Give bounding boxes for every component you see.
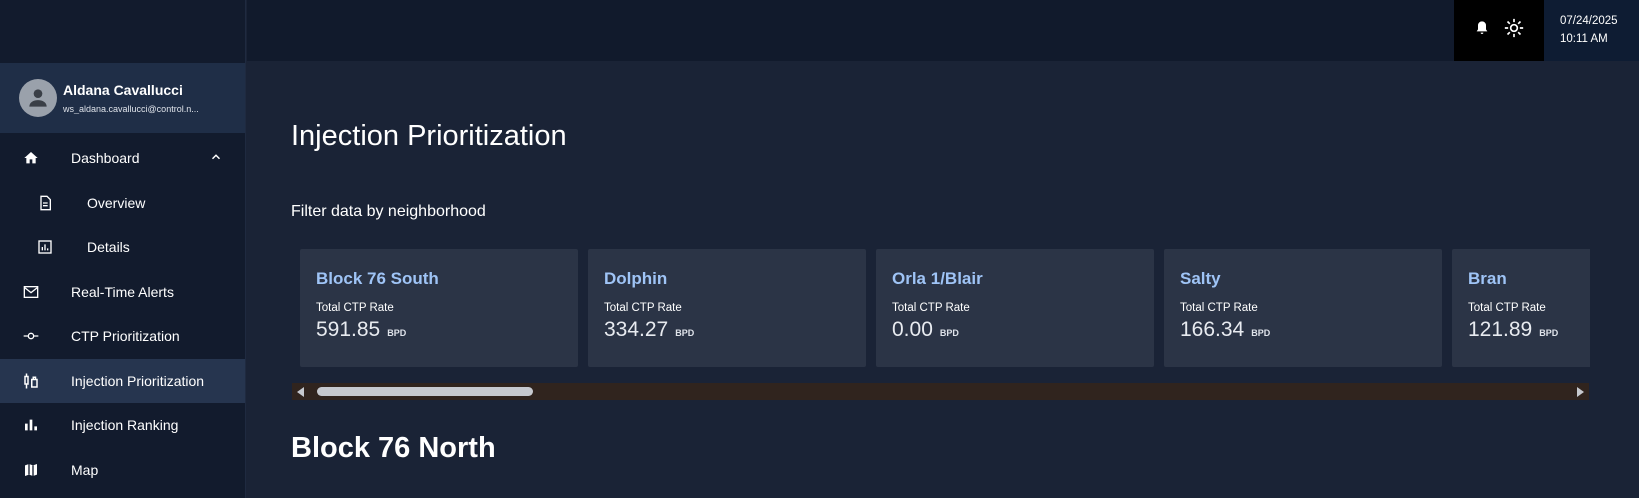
card-neighborhood-name: Dolphin (604, 269, 668, 288)
card-metric-unit: BPD (675, 328, 695, 338)
card-metric-label: Total CTP Rate (1180, 302, 1258, 314)
sidebar-item-injection-prioritization[interactable]: Injection Prioritization (0, 358, 245, 403)
card-metric-unit: BPD (387, 328, 407, 338)
neighborhood-cards-scroller[interactable]: Block 76 South Total CTP Rate 591.85 BPD Dol… (300, 249, 1590, 367)
scroll-left-arrow-icon[interactable] (297, 387, 304, 397)
user-email: ws_aldana.cavallucci@control.n... (63, 104, 199, 114)
card-neighborhood-name: Bran (1468, 269, 1507, 288)
neighborhood-card[interactable]: Block 76 South Total CTP Rate 591.85 BPD (300, 249, 578, 367)
card-metric-value: 121.89 (1468, 318, 1533, 341)
mail-icon (22, 283, 40, 301)
bar-chart-icon (22, 416, 40, 434)
card-metric-value: 166.34 (1180, 318, 1245, 341)
card-metric-label: Total CTP Rate (1468, 302, 1546, 314)
sidebar-item-injection-ranking[interactable]: Injection Ranking (0, 403, 245, 448)
sidebar-item-realtime-alerts[interactable]: Real-Time Alerts (0, 270, 245, 315)
scrollbar-thumb[interactable] (317, 387, 533, 396)
sidebar-item-ctp-prioritization[interactable]: CTP Prioritization (0, 314, 245, 359)
datetime-display: 07/24/2025 10:11 AM (1544, 0, 1639, 61)
neighborhood-card[interactable]: Bran Total CTP Rate 121.89 BPD (1452, 249, 1590, 367)
user-name: Aldana Cavallucci (63, 82, 183, 98)
card-metric-unit: BPD (1539, 328, 1559, 338)
sidebar-item-dashboard[interactable]: Dashboard (0, 136, 245, 181)
neighborhood-card[interactable]: Dolphin Total CTP Rate 334.27 BPD (588, 249, 866, 367)
time-text: 10:11 AM (1560, 33, 1608, 45)
sidebar-item-map[interactable]: Map (0, 448, 245, 493)
section-title: Block 76 North (291, 432, 496, 464)
scroll-right-arrow-icon[interactable] (1577, 387, 1584, 397)
sidebar-item-label: Dashboard (71, 150, 140, 167)
top-bar (247, 0, 1639, 61)
sidebar-item-label: Overview (87, 194, 146, 211)
card-metric-unit: BPD (1251, 328, 1271, 338)
card-metric-value: 334.27 (604, 318, 669, 341)
top-bar-actions (1454, 0, 1544, 61)
sidebar-item-label: Map (71, 461, 99, 478)
chevron-up-icon[interactable] (209, 150, 223, 167)
card-metric-label: Total CTP Rate (892, 302, 970, 314)
card-neighborhood-name: Block 76 South (316, 269, 439, 288)
neighborhood-card[interactable]: Salty Total CTP Rate 166.34 BPD (1164, 249, 1442, 367)
card-metric-value: 0.00 (892, 318, 933, 341)
bar-chart-box-icon (36, 238, 54, 256)
page-title: Injection Prioritization (291, 120, 567, 152)
neighborhood-cards: Block 76 South Total CTP Rate 591.85 BPD Dol… (300, 249, 1590, 367)
sidebar: Aldana Cavallucci ws_aldana.cavallucci@c… (0, 0, 246, 498)
bell-icon[interactable] (1474, 19, 1490, 42)
filter-label: Filter data by neighborhood (291, 203, 486, 220)
card-neighborhood-name: Salty (1180, 269, 1221, 288)
sidebar-nav: Dashboard Overview Details Real-Time Ale… (0, 136, 245, 492)
home-icon (22, 149, 40, 167)
sidebar-item-label: CTP Prioritization (71, 328, 180, 345)
sidebar-item-label: Real-Time Alerts (71, 283, 174, 300)
user-profile[interactable]: Aldana Cavallucci ws_aldana.cavallucci@c… (0, 63, 245, 133)
map-icon (22, 461, 40, 479)
sidebar-item-label: Injection Prioritization (71, 372, 205, 389)
sun-icon[interactable] (1504, 18, 1524, 43)
card-metric-label: Total CTP Rate (604, 302, 682, 314)
commit-icon (22, 327, 40, 345)
card-metric-value: 591.85 (316, 318, 381, 341)
injection-icon (22, 372, 40, 390)
sidebar-item-details[interactable]: Details (0, 225, 245, 270)
horizontal-scrollbar[interactable] (292, 383, 1589, 400)
date-text: 07/24/2025 (1560, 15, 1618, 27)
sidebar-item-label: Details (87, 239, 130, 256)
neighborhood-card[interactable]: Orla 1/Blair Total CTP Rate 0.00 BPD (876, 249, 1154, 367)
card-neighborhood-name: Orla 1/Blair (892, 269, 983, 288)
sidebar-item-overview[interactable]: Overview (0, 181, 245, 226)
sidebar-header (0, 0, 245, 63)
avatar-icon (19, 79, 57, 117)
sidebar-item-label: Injection Ranking (71, 417, 179, 434)
document-icon (36, 194, 54, 212)
card-metric-unit: BPD (939, 328, 959, 338)
card-metric-label: Total CTP Rate (316, 302, 394, 314)
